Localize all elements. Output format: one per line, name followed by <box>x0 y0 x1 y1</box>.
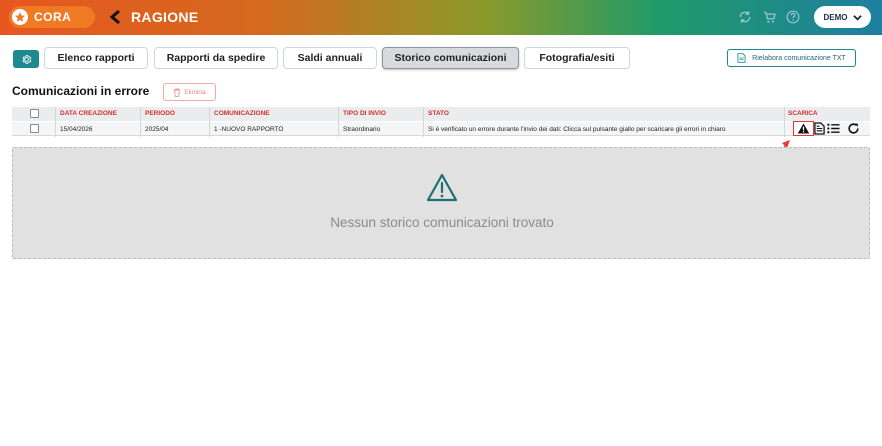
warning-triangle-icon <box>426 173 458 203</box>
tab-elenco-rapporti[interactable]: Elenco rapporti <box>44 47 148 69</box>
col-stato[interactable]: STATO <box>428 110 449 117</box>
section-title: Comunicazioni in errore <box>12 84 150 98</box>
list-icon[interactable] <box>827 122 840 135</box>
warning-download-button[interactable] <box>793 121 814 136</box>
cell-comunicazione: 1 -NUOVO RAPPORTO <box>214 126 284 133</box>
user-menu-button[interactable]: DEMO <box>814 6 871 28</box>
tab-label: Rapporti da spedire <box>166 52 266 64</box>
gear-icon <box>22 54 31 64</box>
trash-icon <box>174 88 181 97</box>
delete-label: Elimina <box>184 88 206 96</box>
delete-button[interactable]: Elimina <box>163 83 216 101</box>
communications-table: DATA CREAZIONE PERIODO COMUNICAZIONE TIP… <box>12 107 870 137</box>
settings-button[interactable] <box>13 50 39 68</box>
column-divider <box>209 107 210 137</box>
tab-saldi-annuali[interactable]: Saldi annuali <box>283 47 377 69</box>
cora-logo[interactable]: CORA <box>9 6 95 28</box>
cell-data-creazione: 15/04/2026 <box>60 126 93 133</box>
reload-icon[interactable] <box>847 122 860 135</box>
cart-icon[interactable] <box>763 10 777 24</box>
select-all-checkbox[interactable] <box>30 109 39 118</box>
logo-text: CORA <box>34 10 72 24</box>
row-checkbox[interactable] <box>30 124 39 133</box>
tab-rapporti-da-spedire[interactable]: Rapporti da spedire <box>154 47 278 69</box>
tab-label: Saldi annuali <box>297 52 363 64</box>
document-icon[interactable] <box>814 122 827 135</box>
chevron-down-icon <box>852 14 862 21</box>
back-chevron-icon[interactable] <box>108 9 124 25</box>
empty-state-panel: Nessun storico comunicazioni trovato <box>12 147 870 259</box>
tab-label: Fotografia/esiti <box>539 52 615 64</box>
top-bar: CORA RAGIONE DEMO <box>0 0 882 35</box>
file-icon <box>737 53 746 63</box>
user-label: DEMO <box>823 12 848 22</box>
col-data-creazione[interactable]: DATA CREAZIONE <box>60 110 117 117</box>
column-divider <box>423 107 424 137</box>
column-divider <box>140 107 141 137</box>
tab-label: Storico comunicazioni <box>394 52 507 64</box>
empty-state-message: Nessun storico comunicazioni trovato <box>330 215 554 230</box>
tab-fotografia-esiti[interactable]: Fotografia/esiti <box>524 47 630 69</box>
column-divider <box>784 107 785 137</box>
tab-storico-comunicazioni[interactable]: Storico comunicazioni <box>382 47 519 69</box>
tab-label: Elenco rapporti <box>57 52 135 64</box>
column-divider <box>55 107 56 137</box>
rielabora-txt-button[interactable]: Rielabora comunicazione TXT <box>727 49 856 67</box>
app-title: RAGIONE <box>131 9 199 25</box>
cell-tipo-invio: Straordinario <box>343 126 381 133</box>
star-icon <box>12 9 28 25</box>
col-scarica: SCARICA <box>788 110 818 117</box>
rielabora-label: Rielabora comunicazione TXT <box>752 54 846 62</box>
cell-periodo: 2025/04 <box>145 126 169 133</box>
cell-stato: Si è verificato un errore durante l'invi… <box>428 126 726 133</box>
col-periodo[interactable]: PERIODO <box>145 110 175 117</box>
help-icon[interactable] <box>786 10 800 24</box>
col-comunicazione[interactable]: COMUNICAZIONE <box>214 110 270 117</box>
refresh-icon[interactable] <box>738 10 752 24</box>
col-tipo-invio[interactable]: TIPO DI INVIO <box>343 110 386 117</box>
warning-icon <box>797 123 810 134</box>
column-divider <box>338 107 339 137</box>
